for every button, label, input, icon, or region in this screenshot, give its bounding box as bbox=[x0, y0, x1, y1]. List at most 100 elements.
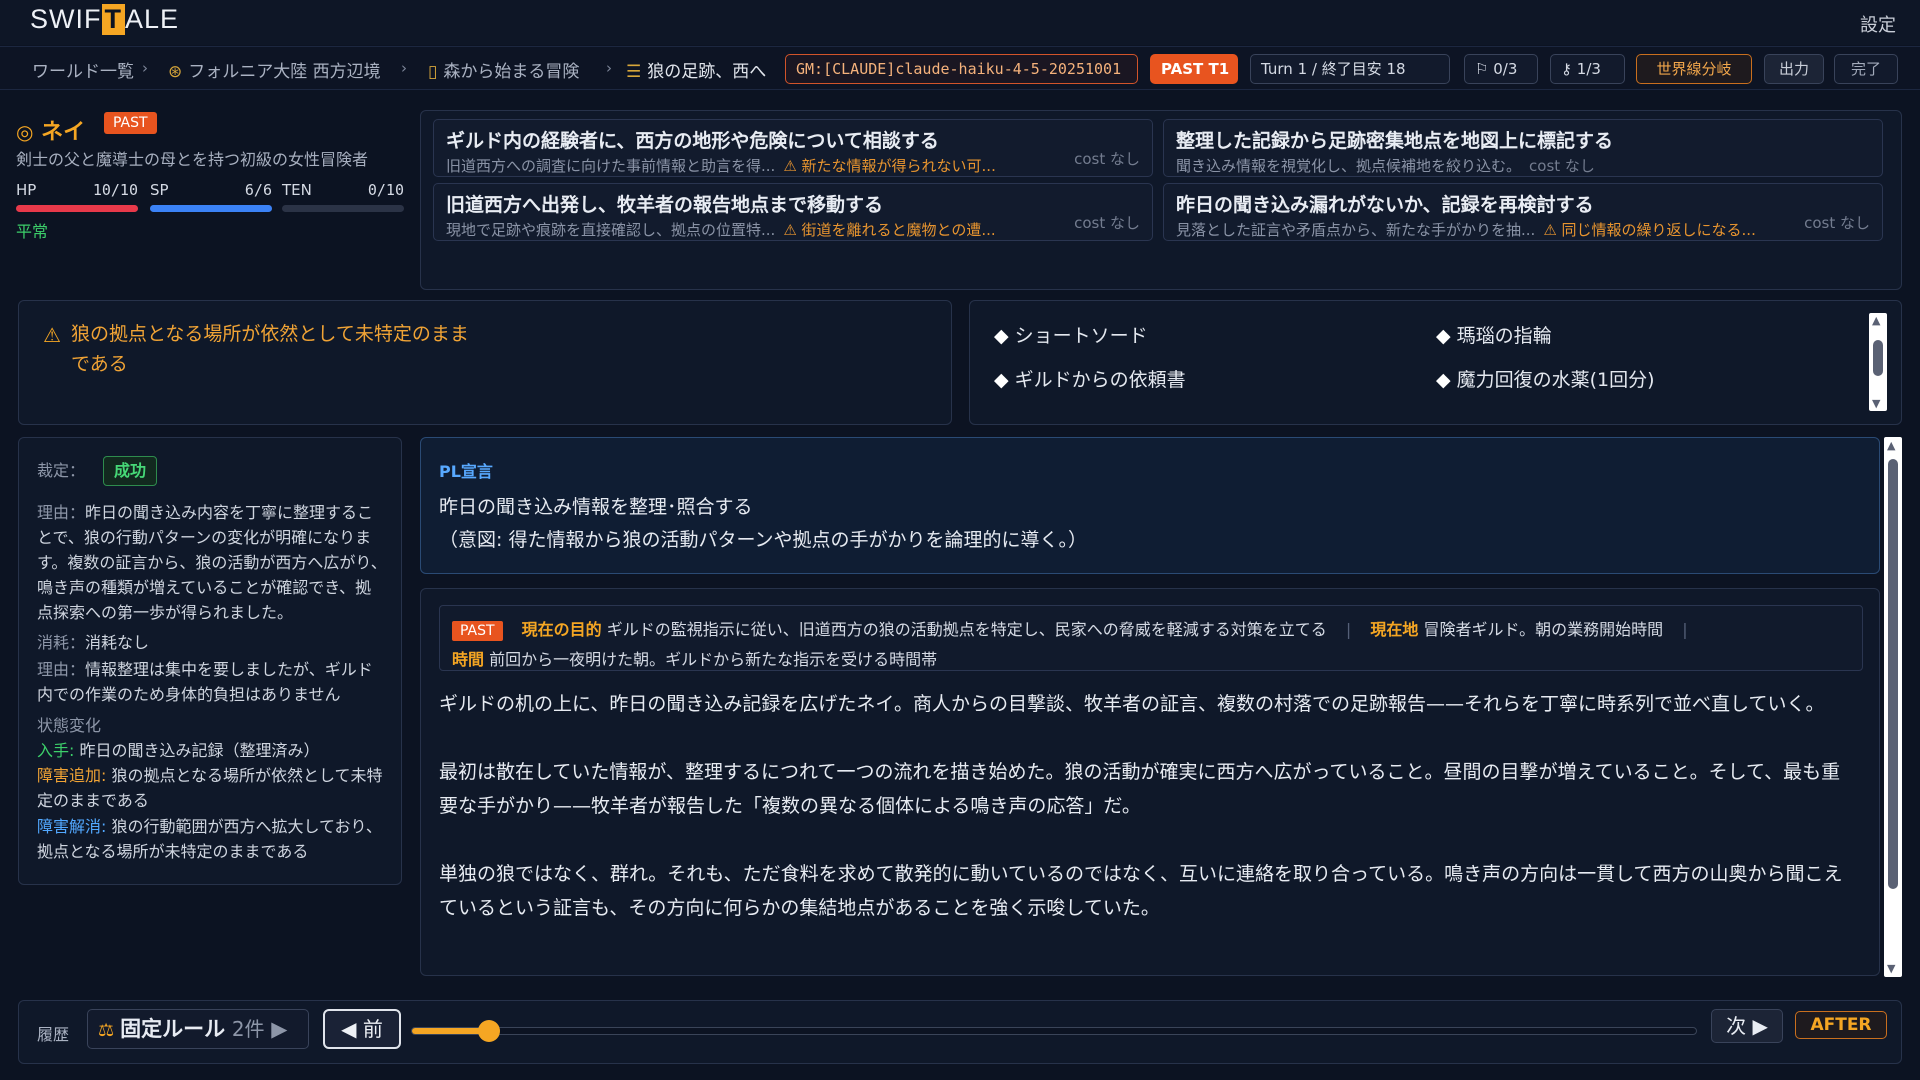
stat-label: SP bbox=[150, 181, 169, 199]
inventory-item[interactable]: ◆ ショートソード bbox=[994, 321, 1148, 348]
scales-icon: ⚖ bbox=[98, 1020, 115, 1041]
narrative-paragraph: ギルドの机の上に、昨日の聞き込み記録を広げたネイ。商人からの目撃談、牧羊者の証言… bbox=[439, 693, 1825, 715]
verdict-reason: 理由：昨日の聞き込み内容を丁寧に整理することで、狼の行動パターンの変化が明確にな… bbox=[37, 500, 387, 625]
judgment-panel: 裁定： 成功 理由：昨日の聞き込み内容を丁寧に整理することで、狼の行動パターンの… bbox=[18, 437, 402, 885]
crumb-chapter[interactable]: ☰ 狼の足跡、西へ bbox=[626, 57, 766, 82]
character-status: 平常 bbox=[16, 222, 49, 241]
crumb-region[interactable]: ⊛ フォルニア大陸 西方辺境 bbox=[168, 57, 381, 82]
action-title: 整理した記録から足跡密集地点を地図上に標記する bbox=[1176, 130, 1614, 152]
scroll-up-icon[interactable]: ▲ bbox=[1872, 314, 1880, 327]
cost-reason: 理由：情報整理は集中を要しましたが、ギルド内での作業のため身体的負担はありません bbox=[37, 657, 387, 707]
prev-button[interactable]: ◀ 前 bbox=[323, 1009, 401, 1049]
fixed-rules-button[interactable]: ⚖ 固定ルール 2件 ▶ bbox=[87, 1009, 309, 1049]
action-card[interactable]: 旧道西方へ出発し、牧羊者の報告地点まで移動する 現地で足跡や痕跡を直接確認し、拠… bbox=[433, 183, 1153, 241]
stat-bar bbox=[282, 205, 404, 212]
scroll-down-icon[interactable]: ▼ bbox=[1887, 962, 1895, 975]
history-slider[interactable] bbox=[411, 1020, 1697, 1042]
cost-label: 消耗： bbox=[37, 633, 86, 652]
action-card[interactable]: ギルド内の経験者に、西方の地形や危険について相談する 旧道西方への調査に向けた事… bbox=[433, 119, 1153, 177]
key-counter: ⚷ 1/3 bbox=[1550, 54, 1625, 84]
narrative-panel: PAST 現在の目的 ギルドの監視指示に従い、旧道西方の狼の活動拠点を特定し、民… bbox=[420, 588, 1880, 976]
done-button[interactable]: 完了 bbox=[1834, 54, 1898, 84]
flag-count: 0/3 bbox=[1493, 60, 1518, 78]
next-button[interactable]: 次 ▶ bbox=[1711, 1009, 1783, 1043]
breadcrumb: ワールド一覧 › ⊛ フォルニア大陸 西方辺境 › ▯ 森から始まる冒険 › ☰ 狼の… bbox=[0, 46, 1920, 90]
globe-icon: ⊛ bbox=[168, 62, 183, 82]
narrative-paragraph: 単独の狼ではなく、群れ。それも、ただ食料を求めて散発的に動いているのではなく、互… bbox=[439, 863, 1843, 919]
inventory-item[interactable]: ◆ ギルドからの依頼書 bbox=[994, 365, 1186, 392]
declaration-intent: （意図: 得た情報から狼の活動パターンや拠点の手がかりを論理的に導く。） bbox=[439, 529, 1087, 551]
action-desc: 見落とした証言や矛盾点から、新たな手がかりを抽... bbox=[1176, 221, 1536, 239]
scroll-up-icon[interactable]: ▲ bbox=[1887, 439, 1895, 452]
verdict-badge: 成功 bbox=[103, 456, 158, 486]
action-card[interactable]: 整理した記録から足跡密集地点を地図上に標記する 聞き込み情報を視覚化し、拠点候補… bbox=[1163, 119, 1883, 177]
inventory-item-label: 魔力回復の水薬(1回分) bbox=[1456, 369, 1655, 391]
stat-value: 0/10 bbox=[367, 181, 404, 199]
stat-bar-fill bbox=[150, 205, 272, 212]
main-scrollbar[interactable]: ▲ ▼ bbox=[1884, 437, 1902, 977]
state-change-obstacle-add: 障害追加: 狼の拠点となる場所が依然として未特定のままである bbox=[37, 763, 387, 813]
past-turn-pill[interactable]: PAST T1 bbox=[1150, 54, 1238, 84]
crumb-world-list[interactable]: ワールド一覧 bbox=[32, 57, 134, 82]
obstacle-text: 狼の拠点となる場所が依然として未特定のまま である bbox=[71, 319, 501, 379]
logo-text-post: ALE bbox=[125, 4, 180, 34]
scrollbar-thumb[interactable] bbox=[1888, 459, 1898, 889]
action-cost: cost なし bbox=[1804, 214, 1870, 232]
obstacle-text-line: 狼の拠点となる場所が依然として未特定のまま bbox=[71, 323, 469, 345]
stat-value: 10/10 bbox=[92, 181, 138, 199]
verdict-label: 裁定： bbox=[37, 461, 86, 480]
warning-icon: ⚠ bbox=[43, 323, 61, 347]
action-cost: cost なし bbox=[1529, 157, 1595, 175]
state-change-obstacle-clear: 障害解消: 狼の行動範囲が西方へ拡大しており、拠点となる場所が未特定のままである bbox=[37, 814, 387, 864]
player-declaration: PL宣言 昨日の聞き込み情報を整理･照合する （意図: 得た情報から狼の活動パタ… bbox=[420, 437, 1880, 574]
crumb-chapter-label: 狼の足跡、西へ bbox=[647, 62, 767, 82]
declaration-text: 昨日の聞き込み情報を整理･照合する bbox=[439, 496, 753, 518]
flag-counter: ⚐ 0/3 bbox=[1464, 54, 1538, 84]
top-bar: SWIF T ALE 設定 bbox=[0, 0, 1920, 45]
logo-text-t: T bbox=[101, 4, 125, 35]
history-label: 履歴 bbox=[37, 1025, 70, 1044]
action-cost: cost なし bbox=[1074, 214, 1140, 232]
book-icon: ▯ bbox=[428, 62, 438, 82]
scroll-down-icon[interactable]: ▼ bbox=[1872, 397, 1880, 410]
cost-text: 消耗なし bbox=[85, 633, 150, 652]
action-title: 旧道西方へ出発し、牧羊者の報告地点まで移動する bbox=[446, 194, 884, 216]
action-choices-panel: ギルド内の経験者に、西方の地形や危険について相談する 旧道西方への調査に向けた事… bbox=[420, 110, 1902, 290]
location-label: 現在地 bbox=[1370, 620, 1419, 639]
time-text: 前回から一夜明けた朝。ギルドから新たな指示を受ける時間帯 bbox=[489, 650, 938, 669]
after-button[interactable]: AFTER bbox=[1795, 1011, 1887, 1039]
diamond-icon: ◆ bbox=[1436, 325, 1451, 347]
gm-model-pill[interactable]: GM:[CLAUDE]claude-haiku-4-5-20251001 bbox=[785, 54, 1138, 84]
stat-label: TEN bbox=[282, 181, 312, 199]
export-button[interactable]: 出力 bbox=[1764, 54, 1824, 84]
action-title: 昨日の聞き込み漏れがないか、記録を再検討する bbox=[1176, 194, 1594, 216]
cost-reason-text: 情報整理は集中を要しましたが、ギルド内での作業のため身体的負担はありません bbox=[37, 660, 373, 704]
action-desc: 現地で足跡や痕跡を直接確認し、拠点の位置特... bbox=[446, 221, 776, 239]
crumb-region-label: フォルニア大陸 西方辺境 bbox=[188, 62, 381, 82]
inventory-item[interactable]: ◆ 瑪瑙の指輪 bbox=[1436, 321, 1552, 348]
inventory-scrollbar[interactable]: ▲ ▼ bbox=[1869, 313, 1887, 411]
inventory-item[interactable]: ◆ 魔力回復の水薬(1回分) bbox=[1436, 365, 1655, 392]
state-change-acquired: 入手: 昨日の聞き込み記録（整理済み） bbox=[37, 738, 387, 763]
diamond-icon: ◆ bbox=[1436, 369, 1451, 391]
reason-label: 理由： bbox=[37, 660, 86, 679]
action-card[interactable]: 昨日の聞き込み漏れがないか、記録を再検討する 見落とした証言や矛盾点から、新たな… bbox=[1163, 183, 1883, 241]
play-icon: ▶ bbox=[271, 1017, 288, 1041]
world-branch-button[interactable]: 世界線分岐 bbox=[1636, 54, 1752, 84]
key-count: 1/3 bbox=[1576, 60, 1601, 78]
settings-link[interactable]: 設定 bbox=[1860, 11, 1896, 37]
inventory-panel: ◆ ショートソード ◆ 瑪瑙の指輪 ◆ ギルドからの依頼書 ◆ 魔力回復の水薬(1回分)… bbox=[969, 300, 1902, 425]
diamond-icon: ◆ bbox=[994, 325, 1009, 347]
slider-handle[interactable] bbox=[478, 1020, 501, 1042]
scrollbar-thumb[interactable] bbox=[1873, 340, 1883, 376]
app-logo[interactable]: SWIF T ALE bbox=[30, 4, 179, 35]
acquired-text: 昨日の聞き込み記録（整理済み） bbox=[79, 741, 320, 760]
location-text: 冒険者ギルド。朝の業務開始時間 bbox=[1423, 620, 1664, 639]
action-cost: cost なし bbox=[1074, 150, 1140, 168]
crumb-story[interactable]: ▯ 森から始まる冒険 bbox=[428, 57, 579, 82]
turn-counter: Turn 1 / 終了目安 18 bbox=[1250, 54, 1450, 84]
scene-context: PAST 現在の目的 ギルドの監視指示に従い、旧道西方の狼の活動拠点を特定し、民… bbox=[439, 605, 1863, 671]
inventory-item-label: 瑪瑙の指輪 bbox=[1456, 325, 1552, 347]
divider: | bbox=[1682, 620, 1688, 639]
diamond-icon: ◆ bbox=[994, 369, 1009, 391]
